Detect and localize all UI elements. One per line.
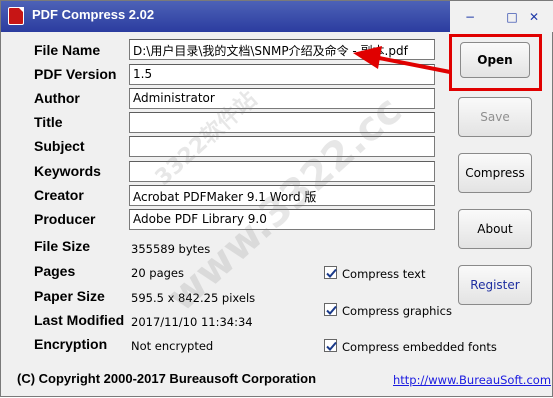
copyright-text: (C) Copyright 2000-2017 Bureausoft Corpo…: [17, 371, 317, 386]
app-window: PDF Compress 2.02 − □ ✕ File Name D:\用户目…: [0, 0, 553, 397]
website-link[interactable]: http://www.BureauSoft.com: [393, 373, 551, 387]
